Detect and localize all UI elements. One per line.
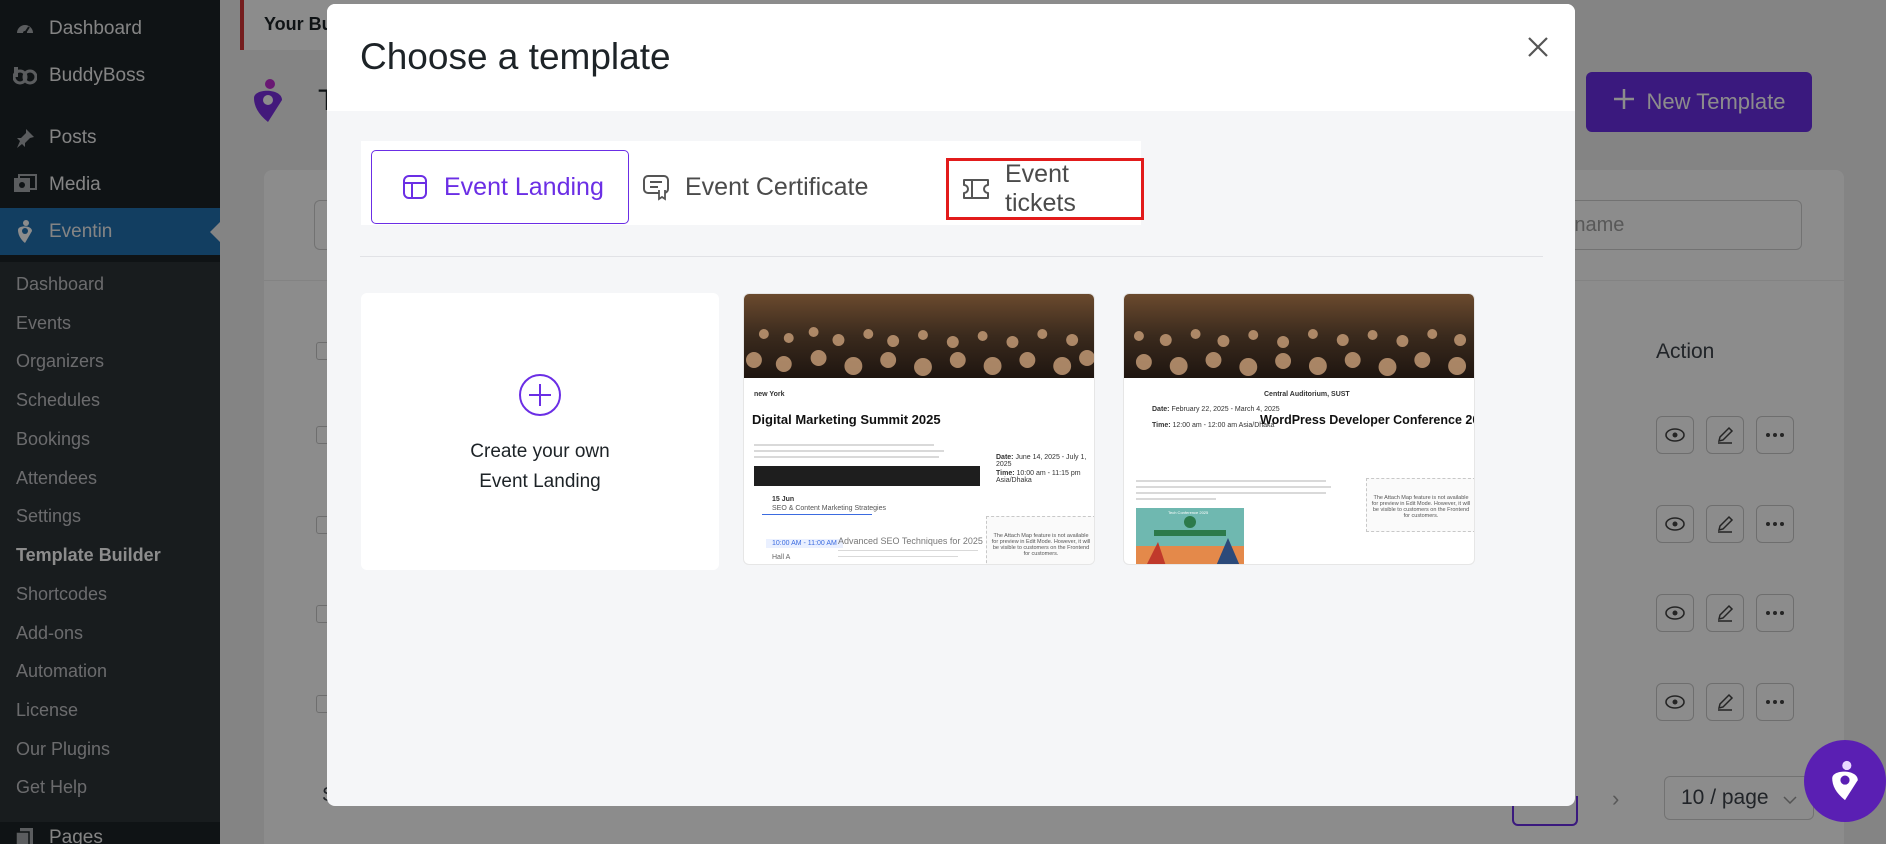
audience-photo [1124,294,1474,378]
choose-template-modal: Choose a template Event Landing Event Ce… [327,4,1575,806]
tab-event-landing[interactable]: Event Landing [371,150,629,224]
tabs-divider [360,256,1543,257]
eventin-icon [1832,760,1858,801]
certificate-icon [641,172,671,202]
create-template-card[interactable]: Create your own Event Landing [361,293,719,570]
support-chat-button[interactable] [1804,740,1886,822]
modal-header: Choose a template [327,4,1575,111]
layout-icon [400,172,430,202]
create-template-label: Create your own Event Landing [470,440,610,492]
modal-title: Choose a template [360,36,671,77]
template-type-tabs: Event Landing Event Certificate Event ti… [361,141,1144,225]
close-button[interactable] [1521,30,1555,64]
tab-event-tickets[interactable]: Event tickets [946,158,1144,220]
tab-event-certificate[interactable]: Event Certificate [641,150,868,224]
plus-circle-icon [519,373,561,416]
ticket-icon [961,174,991,204]
schedule-bar [754,466,980,486]
close-icon [1528,37,1548,57]
conference-banner: Tech Conference 2025 [1136,508,1244,564]
audience-photo [744,294,1094,378]
map-notice-box: The Attach Map feature is not available … [1366,478,1474,532]
map-notice-box: The Attach Map feature is not available … [986,516,1094,564]
template-preview-digital-marketing[interactable]: new York Digital Marketing Summit 2025 D… [743,293,1095,565]
template-preview-wordpress-conference[interactable]: Central Auditorium, SUST Date: February … [1123,293,1475,565]
